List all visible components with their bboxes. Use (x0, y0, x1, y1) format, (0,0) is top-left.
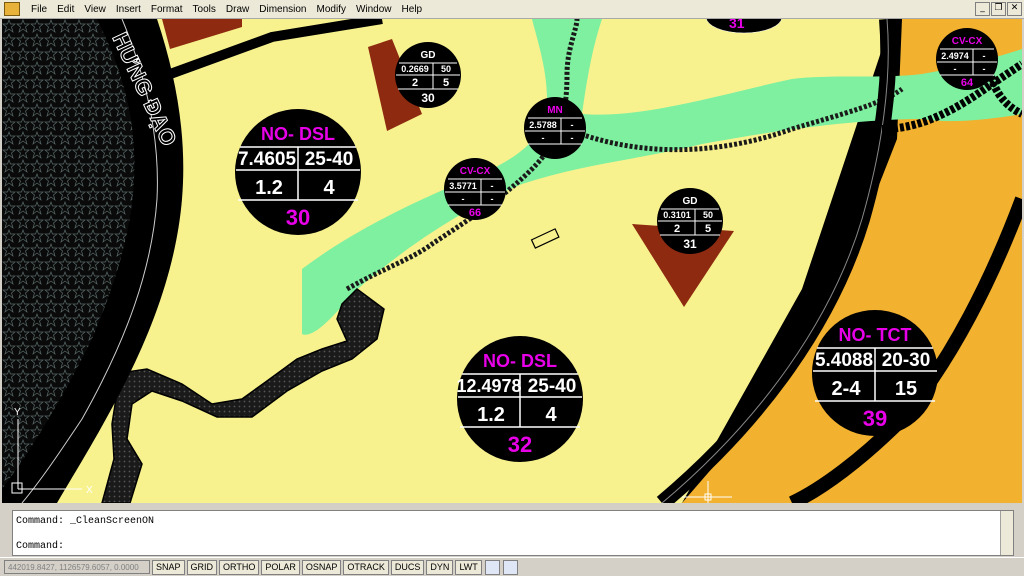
partial-tag-lot: 31 (729, 19, 745, 31)
tag-lot: 30 (421, 91, 435, 105)
tag-coverage: 2 (674, 223, 680, 235)
tag-area: 2.4974 (941, 51, 969, 61)
land-tag-mn[interactable]: MN 2.5788 - - - (524, 97, 586, 159)
tag-coverage: 2-4 (832, 378, 862, 400)
menu-modify[interactable]: Modify (312, 4, 351, 15)
tag-lot: 64 (961, 77, 974, 89)
tag-ratio: - (571, 133, 574, 143)
tag-coverage: 2 (412, 77, 418, 89)
tag-coverage: 1.2 (477, 404, 505, 426)
land-tag-gd-31[interactable]: GD 0.3101 50 2 5 31 (657, 188, 723, 254)
polar-toggle[interactable]: POLAR (261, 559, 300, 575)
ducs-toggle[interactable]: DUCS (390, 559, 425, 575)
land-tag-no-tct-39[interactable]: NO- TCT 5.4088 20-30 2-4 15 39 (812, 310, 938, 436)
tag-ratio: 4 (323, 177, 335, 199)
tag-floors: 25-40 (305, 149, 354, 170)
tag-area: 7.4605 (238, 149, 297, 170)
menu-window[interactable]: Window (351, 4, 397, 15)
osnap-toggle[interactable]: OSNAP (301, 559, 342, 575)
menu-help[interactable]: Help (397, 4, 428, 15)
tag-lot: 66 (469, 207, 481, 219)
tag-code: CV-CX (460, 166, 491, 177)
tag-area: 2.5788 (529, 120, 557, 130)
tag-ratio: 5 (705, 223, 711, 235)
command-history[interactable]: Command: _CleanScreenON Command: (12, 510, 1014, 556)
menu-file[interactable]: File (26, 4, 52, 15)
command-history-line: Command: _CleanScreenON (16, 516, 155, 527)
tag-area: 5.4088 (815, 350, 873, 371)
land-tag-cv-cx-64[interactable]: CV-CX 2.4974 - - - 64 (936, 28, 998, 90)
land-tag-cv-cx-66[interactable]: CV-CX 3.5771 - - - 66 (444, 158, 506, 220)
dyn-toggle[interactable]: DYN (426, 559, 454, 575)
ucs-y-label: Y (14, 407, 21, 418)
lwt-toggle[interactable]: LWT (455, 559, 482, 575)
close-button[interactable]: ✕ (1007, 2, 1022, 16)
ortho-toggle[interactable]: ORTHO (219, 559, 260, 575)
tag-code: MN (547, 105, 563, 116)
command-window: Command: _CleanScreenON Command: (0, 505, 1024, 557)
status-bar: 442019.8427, 1126579.6057, 0.0000 SNAP G… (0, 557, 1024, 576)
snap-toggle[interactable]: SNAP (152, 559, 185, 575)
tag-code: CV-CX (952, 36, 983, 47)
tag-code: NO- DSL (261, 124, 335, 144)
tag-code: NO- DSL (483, 351, 557, 371)
model-space-icon[interactable] (484, 559, 500, 575)
menu-view[interactable]: View (79, 4, 111, 15)
tag-code: GD (683, 196, 698, 207)
tag-lot: 31 (683, 237, 697, 251)
tag-ratio: - (983, 64, 986, 74)
drawing-canvas[interactable]: HƯNG ĐẠO 31 NO- DSL 7.4605 25-40 1.2 4 3… (2, 19, 1022, 503)
command-scrollbar[interactable] (1000, 511, 1013, 555)
tag-ratio: 5 (443, 77, 449, 89)
tag-ratio: 15 (895, 378, 917, 400)
tag-floors: 25-40 (528, 376, 577, 397)
tag-coverage: - (954, 64, 957, 74)
ucs-x-label: X (86, 485, 93, 496)
window-controls: _ ❐ ✕ (975, 2, 1022, 16)
land-tag-gd-30[interactable]: GD 0.2669 50 2 5 30 (395, 42, 461, 108)
menu-dimension[interactable]: Dimension (254, 4, 311, 15)
tag-coverage: - (462, 194, 465, 204)
tag-lot: 32 (508, 432, 532, 457)
tag-floors: - (983, 51, 986, 61)
tag-floors: - (571, 120, 574, 130)
tag-coverage: 1.2 (255, 177, 283, 199)
tag-floors: 50 (441, 64, 451, 74)
command-prompt[interactable]: Command: (16, 541, 64, 552)
tag-code: GD (421, 50, 436, 61)
tag-coverage: - (542, 133, 545, 143)
menu-tools[interactable]: Tools (188, 4, 221, 15)
autocad-app-icon[interactable] (4, 2, 20, 16)
menu-draw[interactable]: Draw (221, 4, 254, 15)
otrack-toggle[interactable]: OTRACK (343, 559, 389, 575)
minimize-button[interactable]: _ (975, 2, 990, 16)
land-tag-no-dsl-32[interactable]: NO- DSL 12.4978 25-40 1.2 4 32 (456, 336, 583, 462)
tag-area: 3.5771 (449, 181, 477, 191)
menu-bar: File Edit View Insert Format Tools Draw … (0, 0, 1024, 19)
tag-area: 12.4978 (456, 376, 521, 396)
grid-toggle[interactable]: GRID (186, 559, 218, 575)
menu-format[interactable]: Format (146, 4, 188, 15)
tag-ratio: 4 (545, 404, 557, 426)
layout-icon[interactable] (502, 559, 518, 575)
tag-area: 0.2669 (401, 64, 429, 74)
tag-ratio: - (491, 194, 494, 204)
tag-code: NO- TCT (839, 325, 912, 345)
restore-button[interactable]: ❐ (991, 2, 1006, 16)
tag-floors: 20-30 (882, 350, 931, 371)
menu-edit[interactable]: Edit (52, 4, 79, 15)
tag-lot: 39 (863, 406, 887, 431)
tag-floors: - (491, 181, 494, 191)
coordinate-readout: 442019.8427, 1126579.6057, 0.0000 (4, 560, 150, 574)
land-tag-no-dsl-30[interactable]: NO- DSL 7.4605 25-40 1.2 4 30 (235, 109, 361, 235)
tag-area: 0.3101 (663, 210, 691, 220)
menu-insert[interactable]: Insert (111, 4, 146, 15)
tag-lot: 30 (286, 205, 310, 230)
tag-floors: 50 (703, 210, 713, 220)
